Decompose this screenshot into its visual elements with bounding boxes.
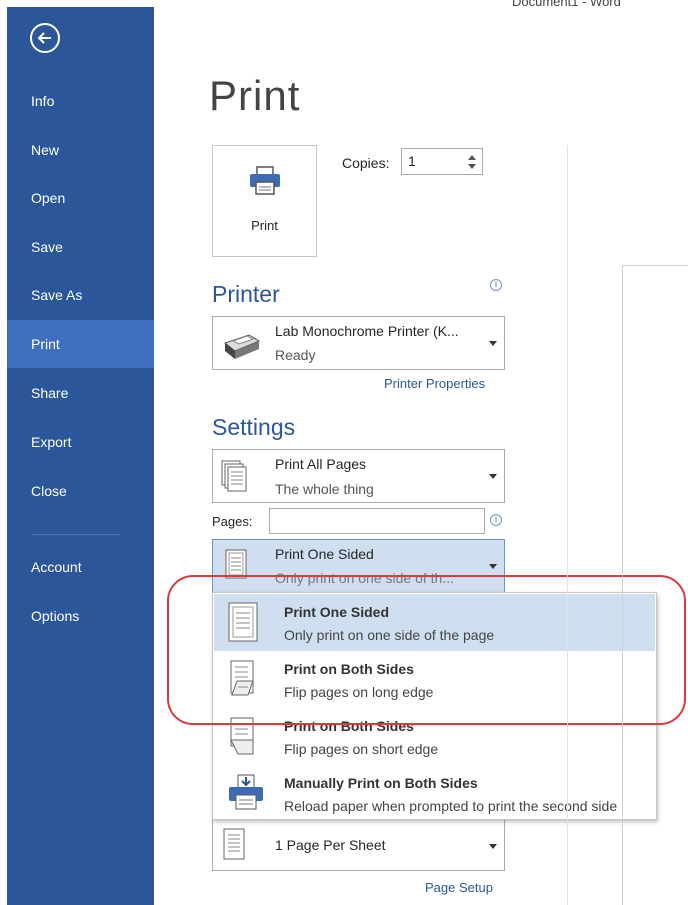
page-per-sheet-icon [223, 828, 245, 860]
print-preview-page [622, 265, 688, 905]
sidebar-item-save-as[interactable]: Save As [7, 273, 154, 317]
info-icon[interactable]: i [490, 514, 502, 526]
print-range-subtitle: The whole thing [275, 481, 374, 497]
spin-up-icon[interactable] [468, 155, 476, 160]
window-title: Document1 - Word [512, 0, 621, 9]
both-sides-short-icon [230, 717, 254, 755]
copies-stepper[interactable]: 1 [401, 148, 483, 175]
pages-per-sheet-title: 1 Page Per Sheet [275, 837, 386, 853]
print-sides-dropdown[interactable]: Print One Sided Only print on one side o… [212, 539, 505, 593]
sidebar-item-print[interactable]: Print [7, 320, 154, 368]
printer-properties-link[interactable]: Printer Properties [384, 376, 485, 391]
page-title: Print [209, 72, 301, 119]
chevron-down-icon [489, 844, 497, 849]
sidebar-item-share[interactable]: Share [7, 371, 154, 415]
copies-value: 1 [408, 153, 416, 169]
chevron-down-icon [489, 564, 497, 569]
menu-item-manually-print-both-sides[interactable]: Manually Print on Both Sides Reload pape… [214, 765, 655, 822]
info-icon[interactable]: i [490, 279, 502, 291]
one-sided-icon [228, 602, 258, 642]
pages-icon [221, 460, 247, 492]
pages-per-sheet-dropdown[interactable]: 1 Page Per Sheet [212, 817, 505, 871]
printer-device-icon [223, 334, 261, 359]
printer-status: Ready [275, 347, 316, 363]
print-sides-title: Print One Sided [275, 546, 374, 562]
chevron-down-icon [489, 474, 497, 479]
printer-name: Lab Monochrome Printer (K... [275, 323, 459, 339]
print-range-title: Print All Pages [275, 456, 367, 472]
menu-item-title: Print on Both Sides [284, 661, 414, 677]
printer-icon [250, 166, 280, 195]
settings-heading: Settings [212, 414, 296, 440]
menu-item-print-one-sided[interactable]: Print One Sided Only print on one side o… [214, 594, 655, 651]
printer-dropdown[interactable]: Lab Monochrome Printer (K... Ready [212, 316, 505, 370]
spin-down-icon[interactable] [468, 164, 476, 169]
menu-item-subtitle: Flip pages on short edge [284, 741, 439, 757]
sidebar-item-open[interactable]: Open [7, 176, 154, 220]
pane-divider [567, 145, 568, 905]
menu-item-title: Print on Both Sides [284, 718, 414, 734]
chevron-down-icon [489, 341, 497, 346]
pages-label: Pages: [212, 514, 253, 529]
menu-item-subtitle: Flip pages on long edge [284, 684, 434, 700]
sidebar-item-account[interactable]: Account [7, 545, 154, 589]
menu-item-title: Print One Sided [284, 604, 390, 620]
sidebar-item-close[interactable]: Close [7, 469, 154, 513]
sidebar-item-save[interactable]: Save [7, 225, 154, 269]
page-setup-link[interactable]: Page Setup [425, 880, 493, 895]
print-range-dropdown[interactable]: Print All Pages The whole thing [212, 449, 505, 503]
print-sides-menu: Print One Sided Only print on one side o… [212, 592, 657, 820]
sidebar-item-info[interactable]: Info [7, 79, 154, 123]
pages-input[interactable] [269, 508, 485, 534]
manual-duplex-icon [229, 774, 263, 810]
menu-item-print-both-sides-long[interactable]: Print on Both Sides Flip pages on long e… [214, 651, 655, 708]
sidebar-divider [31, 534, 121, 535]
print-button[interactable]: Print [212, 145, 317, 257]
print-button-label: Print [251, 218, 278, 233]
back-arrow-icon[interactable] [30, 23, 60, 53]
copies-label: Copies: [342, 155, 390, 171]
one-sided-icon [225, 549, 247, 579]
sidebar-item-new[interactable]: New [7, 128, 154, 172]
menu-item-title: Manually Print on Both Sides [284, 775, 478, 791]
backstage-sidebar: Info New Open Save Save As Print Share E… [7, 7, 154, 905]
sidebar-item-options[interactable]: Options [7, 594, 154, 638]
menu-item-print-both-sides-short[interactable]: Print on Both Sides Flip pages on short … [214, 708, 655, 765]
sidebar-item-export[interactable]: Export [7, 420, 154, 464]
printer-heading: Printer [212, 281, 280, 307]
print-sides-subtitle: Only print on one side of th... [275, 570, 454, 586]
menu-item-subtitle: Only print on one side of the page [284, 627, 495, 643]
both-sides-long-icon [230, 660, 254, 696]
